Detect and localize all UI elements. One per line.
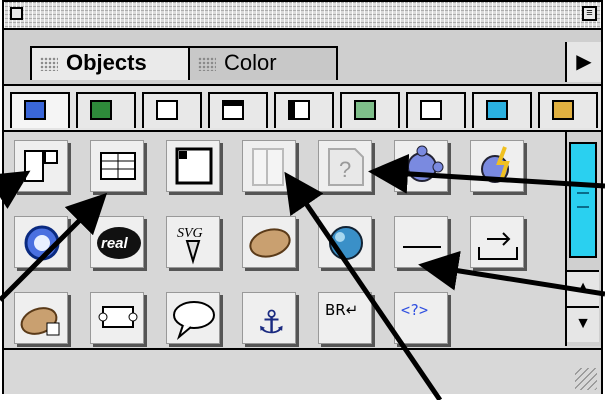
category-tab-characters[interactable]	[10, 92, 70, 128]
grip-lines-icon	[577, 192, 589, 208]
tab-color-label: Color	[224, 50, 277, 75]
applet-bean-icon	[20, 307, 60, 336]
svg-text:SVG: SVG	[177, 226, 203, 241]
object-puzzle[interactable]	[394, 140, 448, 192]
table-icon	[100, 152, 136, 180]
category-tab-more[interactable]	[538, 92, 598, 128]
tray-icon	[478, 232, 518, 260]
bean-icon	[249, 228, 291, 258]
shockwave-puzzle-icon	[481, 146, 510, 183]
characters-icon	[24, 100, 46, 120]
object-scroll[interactable]	[90, 292, 144, 344]
quicktime-icon	[24, 225, 60, 261]
object-bean[interactable]	[242, 216, 296, 268]
svg-text:?: ?	[339, 157, 351, 182]
palette-menu-button[interactable]: ▶	[565, 42, 601, 82]
object-quicktime[interactable]	[14, 216, 68, 268]
svg-icon: SVG	[177, 226, 203, 265]
palette-tab-row: Objects Color ▶	[4, 30, 601, 86]
object-comment[interactable]	[166, 292, 220, 344]
unknown-plugin-icon: ?	[328, 148, 364, 186]
tab-color[interactable]: Color	[188, 46, 338, 80]
comment-icon	[173, 301, 215, 341]
tag-icon: <?>	[401, 301, 428, 319]
scroll-icon	[98, 306, 138, 328]
horizontal-rule-icon	[403, 246, 441, 248]
sphere-icon	[329, 226, 363, 260]
scroll-down-button[interactable]: ▼	[567, 306, 599, 342]
triangle-right-icon: ▶	[576, 51, 592, 73]
tab-grip	[198, 57, 216, 71]
category-tab-script[interactable]	[406, 92, 466, 128]
object-line-break[interactable]: BR↵	[318, 292, 372, 344]
head-icon	[288, 100, 310, 120]
more-icon	[552, 100, 574, 120]
palette-status-bar	[4, 348, 601, 394]
image-icon	[175, 147, 213, 185]
svg-text:BR↵: BR↵	[325, 301, 358, 319]
plugins-icon	[486, 100, 508, 120]
layer-icon	[24, 150, 58, 182]
collapse-box[interactable]: ≡	[582, 6, 597, 21]
object-unknown-plugin[interactable]: ?	[318, 140, 372, 192]
invisibles-icon	[354, 100, 376, 120]
category-tab-forms[interactable]	[142, 92, 202, 128]
anchor-icon: ⚓	[257, 303, 286, 341]
object-svg[interactable]: SVG	[166, 216, 220, 268]
forms-icon	[156, 100, 178, 120]
real-icon: real	[97, 227, 141, 259]
vertical-scrollbar[interactable]: ▲ ▼	[565, 132, 601, 346]
object-real[interactable]: real	[90, 216, 144, 268]
object-tag[interactable]: <?>	[394, 292, 448, 344]
category-tab-common[interactable]	[76, 92, 136, 128]
frames-icon	[222, 100, 244, 120]
tab-objects-label: Objects	[66, 50, 147, 75]
svg-text:⚓: ⚓	[257, 303, 286, 341]
scroll-thumb[interactable]	[569, 142, 597, 258]
object-sphere[interactable]	[318, 216, 372, 268]
object-applet-bean[interactable]	[14, 292, 68, 344]
triangle-up-icon: ▲	[575, 279, 591, 296]
tab-grip	[40, 57, 58, 71]
svg-text:real: real	[101, 235, 129, 252]
object-table[interactable]	[90, 140, 144, 192]
object-layer[interactable]	[14, 140, 68, 192]
objects-palette-window: ≡ Objects Color ▶ ? real SVG ⚓ BR↵ <?> ▲…	[2, 0, 603, 394]
palette-title-bar[interactable]: ≡	[4, 2, 601, 30]
object-image[interactable]	[166, 140, 220, 192]
category-tab-plugins[interactable]	[472, 92, 532, 128]
category-tab-head[interactable]	[274, 92, 334, 128]
svg-text:<?>: <?>	[401, 301, 428, 319]
object-anchor[interactable]: ⚓	[242, 292, 296, 344]
puzzle-icon	[407, 145, 444, 182]
script-icon	[420, 100, 442, 120]
resize-grip-icon[interactable]	[575, 368, 597, 390]
line-break-icon: BR↵	[325, 301, 358, 319]
category-tab-frames[interactable]	[208, 92, 268, 128]
object-shockwave-puzzle[interactable]	[470, 140, 524, 192]
frame-icon	[252, 148, 284, 186]
category-tab-invisibles[interactable]	[340, 92, 400, 128]
object-tray[interactable]	[470, 216, 524, 268]
object-grid: ? real SVG ⚓ BR↵ <?>	[14, 140, 564, 344]
close-box[interactable]	[10, 7, 23, 20]
object-horizontal-rule[interactable]	[394, 216, 448, 268]
tab-objects[interactable]: Objects	[30, 46, 195, 80]
object-frame[interactable]	[242, 140, 296, 192]
category-tab-row	[4, 86, 601, 132]
common-icon	[90, 100, 112, 120]
triangle-down-icon: ▼	[575, 315, 591, 332]
scroll-up-button[interactable]: ▲	[567, 270, 599, 306]
